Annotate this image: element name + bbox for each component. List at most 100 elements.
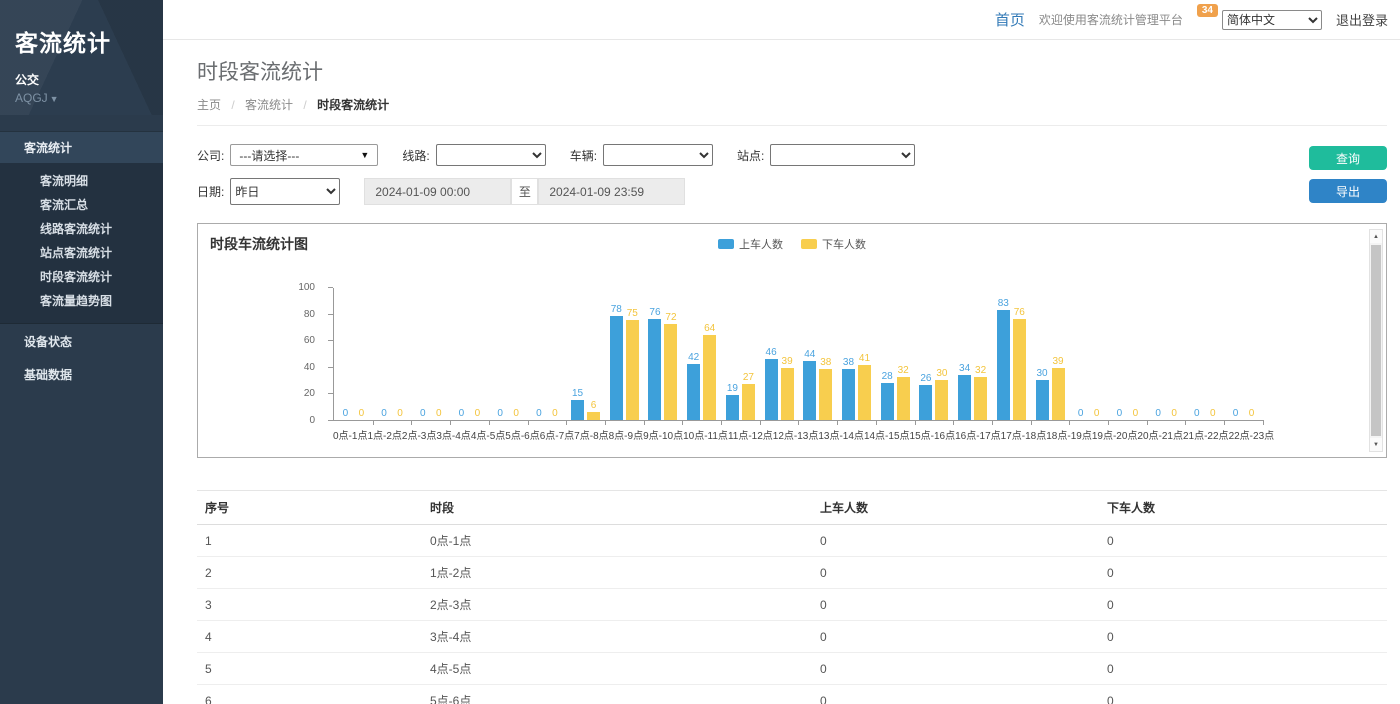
- sidebar-subitem[interactable]: 客流明细: [0, 169, 163, 193]
- bar-value-label: 72: [665, 312, 676, 323]
- bar-group: 00: [1185, 288, 1224, 420]
- breadcrumb-passenger-stats[interactable]: 客流统计: [245, 98, 293, 112]
- table-row: 65点-6点00: [197, 685, 1387, 704]
- bar[interactable]: [781, 368, 794, 420]
- legend-item[interactable]: 下车人数: [801, 236, 866, 252]
- bar-value-label: 0: [497, 408, 503, 419]
- bar[interactable]: [1052, 368, 1065, 420]
- bar[interactable]: [858, 365, 871, 420]
- bar[interactable]: [587, 412, 600, 420]
- page-title: 时段客流统计: [197, 56, 1400, 86]
- x-tick-label: 11点-12点: [728, 431, 773, 442]
- bar-value-label: 28: [882, 371, 893, 382]
- bar[interactable]: [626, 320, 639, 420]
- bar-value-label: 0: [359, 408, 365, 419]
- y-tick-label: 0: [309, 415, 315, 426]
- app-logo: 客流统计: [15, 24, 163, 58]
- language-select[interactable]: 简体中文: [1222, 10, 1322, 30]
- bar-group: 2832: [876, 288, 915, 420]
- date-preset-select[interactable]: 昨日: [230, 178, 340, 205]
- bar-value-label: 0: [1171, 408, 1177, 419]
- bar[interactable]: [897, 377, 910, 420]
- x-tick-label: 13点-14点: [818, 431, 864, 442]
- export-button[interactable]: 导出: [1309, 179, 1387, 203]
- sidebar: 客流统计 公交 AQGJ▼ 客流统计 客流明细客流汇总线路客流统计站点客流统计时…: [0, 0, 163, 704]
- bar-group: 2630: [915, 288, 954, 420]
- date-start-input[interactable]: 2024-01-09 00:00: [364, 178, 511, 205]
- table-header-cell: 序号: [197, 491, 422, 525]
- bar-group: 00: [528, 288, 567, 420]
- bar[interactable]: [687, 364, 700, 420]
- bar[interactable]: [974, 377, 987, 420]
- bar[interactable]: [765, 359, 778, 420]
- x-tick-label: 14点-15点: [864, 431, 910, 442]
- scrollbar-thumb[interactable]: [1371, 245, 1381, 436]
- chart-scrollbar[interactable]: ▲ ▼: [1369, 229, 1383, 452]
- bar[interactable]: [571, 400, 584, 420]
- bar-value-label: 38: [843, 357, 854, 368]
- sidebar-item-device-status[interactable]: 设备状态: [0, 326, 163, 359]
- x-tick-label: 3点-4点: [436, 431, 470, 442]
- sidebar-subitem[interactable]: 客流量趋势图: [0, 289, 163, 313]
- bar-group: 1927: [721, 288, 760, 420]
- bar[interactable]: [919, 385, 932, 420]
- bar[interactable]: [958, 375, 971, 420]
- sidebar-subitem[interactable]: 站点客流统计: [0, 241, 163, 265]
- breadcrumb-home[interactable]: 主页: [197, 98, 221, 112]
- date-end-input[interactable]: 2024-01-09 23:59: [538, 178, 685, 205]
- bar-value-label: 75: [627, 308, 638, 319]
- station-select[interactable]: [770, 144, 915, 166]
- scroll-down-icon[interactable]: ▼: [1370, 438, 1382, 451]
- bar-group: 3432: [953, 288, 992, 420]
- query-button[interactable]: 查询: [1309, 146, 1387, 170]
- bar[interactable]: [819, 369, 832, 420]
- bar-value-label: 15: [572, 388, 583, 399]
- bar-value-label: 0: [536, 408, 542, 419]
- org-code-dropdown[interactable]: AQGJ▼: [15, 91, 163, 105]
- bar-value-label: 0: [1194, 408, 1200, 419]
- table-row: 21点-2点00: [197, 557, 1387, 589]
- legend-item[interactable]: 上车人数: [718, 236, 783, 252]
- bar-value-label: 19: [727, 383, 738, 394]
- logout-link[interactable]: 退出登录: [1336, 10, 1388, 29]
- legend-swatch-icon: [801, 239, 817, 249]
- bar-group: 00: [1224, 288, 1263, 420]
- scroll-up-icon[interactable]: ▲: [1370, 230, 1382, 243]
- sidebar-item-passenger-stats[interactable]: 客流统计: [0, 131, 163, 163]
- company-select[interactable]: ---请选择--- ▼: [230, 144, 378, 166]
- bar[interactable]: [935, 380, 948, 420]
- sidebar-item-base-data[interactable]: 基础数据: [0, 359, 163, 392]
- bar[interactable]: [1013, 319, 1026, 420]
- x-tick-label: 12点-13点: [773, 431, 819, 442]
- sidebar-subitem[interactable]: 线路客流统计: [0, 217, 163, 241]
- bar[interactable]: [664, 324, 677, 420]
- bar[interactable]: [842, 369, 855, 420]
- bar[interactable]: [610, 316, 623, 420]
- bar[interactable]: [997, 310, 1010, 420]
- bar-value-label: 0: [1117, 408, 1123, 419]
- line-select[interactable]: [436, 144, 546, 166]
- bar[interactable]: [1036, 380, 1049, 420]
- date-label: 日期:: [197, 183, 224, 200]
- bar[interactable]: [726, 395, 739, 420]
- bar[interactable]: [803, 361, 816, 420]
- sidebar-subitem[interactable]: 时段客流统计: [0, 265, 163, 289]
- home-link[interactable]: 首页: [995, 9, 1025, 30]
- table-row: 43点-4点00: [197, 621, 1387, 653]
- bar-group: 3841: [837, 288, 876, 420]
- bar-value-label: 6: [591, 400, 597, 411]
- bar[interactable]: [742, 384, 755, 420]
- y-axis: 020406080100: [210, 288, 325, 421]
- y-tick: [328, 393, 333, 394]
- bar-value-label: 26: [920, 373, 931, 384]
- x-tick-label: 17点-18点: [1001, 431, 1047, 442]
- sidebar-subitem[interactable]: 客流汇总: [0, 193, 163, 217]
- vehicle-select[interactable]: [603, 144, 713, 166]
- bar[interactable]: [703, 335, 716, 420]
- bar-value-label: 39: [782, 356, 793, 367]
- bar[interactable]: [881, 383, 894, 420]
- bar-group: 4438: [798, 288, 837, 420]
- bar[interactable]: [648, 319, 661, 420]
- table-cell: 5: [197, 653, 422, 685]
- bar-group: 4264: [682, 288, 721, 420]
